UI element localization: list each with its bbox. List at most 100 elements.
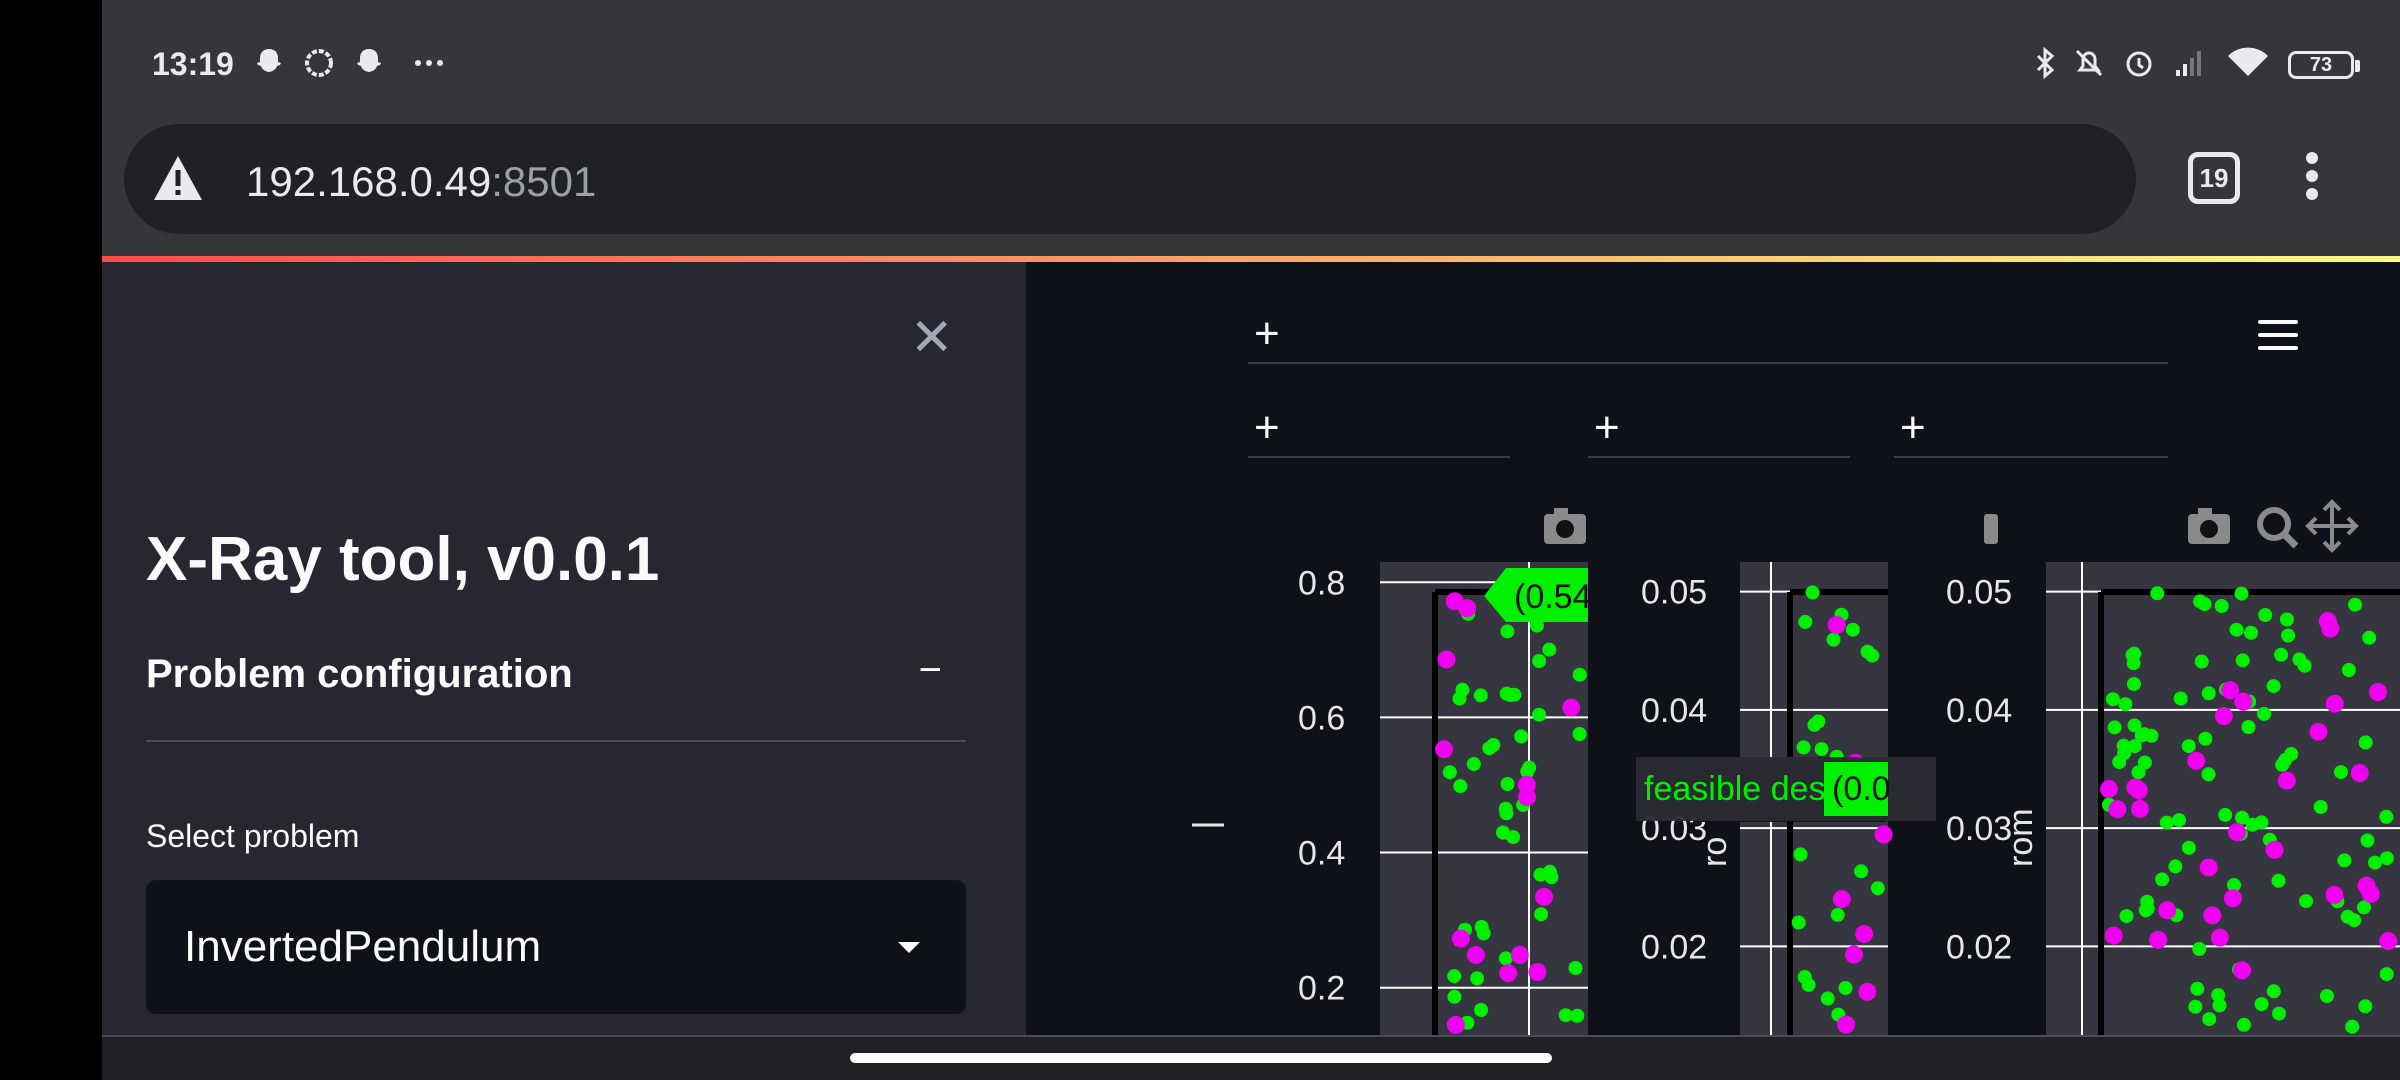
scatter-plot-3[interactable]: 0.050.040.030.02 rom <box>1946 499 2400 1035</box>
zoom-icon[interactable] <box>2257 507 2299 549</box>
home-indicator[interactable] <box>850 1053 1552 1063</box>
feasible-point[interactable] <box>1522 760 1537 775</box>
feasible-point[interactable] <box>1798 614 1813 629</box>
infeasible-point[interactable] <box>2361 884 2380 903</box>
feasible-point[interactable] <box>1442 765 1457 780</box>
feasible-point[interactable] <box>2358 735 2373 750</box>
feasible-point[interactable] <box>2201 686 2216 701</box>
feasible-point[interactable] <box>1532 707 1547 722</box>
infeasible-point[interactable] <box>1874 825 1893 844</box>
feasible-point[interactable] <box>2274 647 2289 662</box>
feasible-point[interactable] <box>2284 747 2299 761</box>
feasible-point[interactable] <box>2125 647 2140 662</box>
feasible-point[interactable] <box>1572 667 1587 682</box>
feasible-point[interactable] <box>1791 915 1806 930</box>
infeasible-point[interactable] <box>2265 840 2284 859</box>
feasible-point[interactable] <box>2134 728 2149 743</box>
address-bar[interactable]: 192.168.0.49:8501 <box>124 124 2136 234</box>
feasible-point[interactable] <box>2173 691 2188 706</box>
feasible-point[interactable] <box>2235 653 2250 668</box>
feasible-point[interactable] <box>1503 688 1518 703</box>
feasible-point[interactable] <box>2211 988 2226 1003</box>
infeasible-point[interactable] <box>2309 722 2328 741</box>
scatter-plot-1[interactable]: 0.8 0.6 0.4 0.2 (0.54 <box>1192 508 1592 1035</box>
feasible-point[interactable] <box>1830 907 1845 922</box>
infeasible-point[interactable] <box>1858 982 1877 1001</box>
infeasible-point[interactable] <box>2321 619 2340 638</box>
feasible-point[interactable] <box>2107 720 2122 735</box>
infeasible-point[interactable] <box>2210 928 2229 947</box>
feasible-point[interactable] <box>2266 679 2281 694</box>
feasible-point[interactable] <box>2368 855 2382 870</box>
infeasible-point[interactable] <box>2228 823 2247 842</box>
feasible-point[interactable] <box>2299 894 2313 909</box>
feasible-point[interactable] <box>1466 757 1481 771</box>
feasible-point[interactable] <box>1455 682 1470 697</box>
feasible-point[interactable] <box>1542 642 1557 657</box>
infeasible-point[interactable] <box>2100 779 2118 798</box>
camera-icon[interactable] <box>2188 508 2230 544</box>
infeasible-point[interactable] <box>2223 889 2242 908</box>
infeasible-point[interactable] <box>1466 946 1485 964</box>
infeasible-point[interactable] <box>2104 926 2123 945</box>
feasible-point[interactable] <box>1447 989 1462 1004</box>
infeasible-point[interactable] <box>2221 681 2240 700</box>
infeasible-point[interactable] <box>1844 945 1863 964</box>
warning-icon[interactable] <box>152 152 204 204</box>
feasible-point[interactable] <box>1514 729 1529 744</box>
feasible-point[interactable] <box>2358 999 2373 1014</box>
feasible-point[interactable] <box>2202 1012 2217 1027</box>
feasible-point[interactable] <box>2192 942 2207 956</box>
feasible-point[interactable] <box>1820 991 1835 1006</box>
infeasible-point[interactable] <box>1446 1015 1465 1034</box>
infeasible-point[interactable] <box>1832 890 1851 909</box>
feasible-point[interactable] <box>1870 881 1885 896</box>
infeasible-point[interactable] <box>2126 778 2145 797</box>
feasible-point[interactable] <box>1534 907 1549 922</box>
feasible-point[interactable] <box>2254 997 2269 1012</box>
feasible-point[interactable] <box>2379 851 2394 866</box>
feasible-point[interactable] <box>2334 765 2348 780</box>
feasible-point[interactable] <box>1860 644 1875 659</box>
feasible-point[interactable] <box>2362 630 2377 645</box>
feasible-point[interactable] <box>2257 706 2272 721</box>
feasible-point[interactable] <box>1474 1003 1489 1017</box>
infeasible-point[interactable] <box>2214 707 2233 725</box>
feasible-point[interactable] <box>2181 840 2196 855</box>
feasible-point[interactable] <box>1542 864 1557 879</box>
feasible-point[interactable] <box>2266 984 2281 999</box>
feasible-point[interactable] <box>1805 585 1820 600</box>
infeasible-point[interactable] <box>2350 764 2369 782</box>
feasible-point[interactable] <box>2150 586 2165 601</box>
feasible-point[interactable] <box>2168 859 2183 874</box>
feasible-point[interactable] <box>2313 800 2328 814</box>
feasible-point[interactable] <box>2172 813 2187 828</box>
infeasible-point[interactable] <box>1445 592 1464 611</box>
infeasible-point[interactable] <box>2233 961 2252 980</box>
feasible-point[interactable] <box>2341 663 2356 677</box>
feasible-point[interactable] <box>1500 777 1515 791</box>
infeasible-point[interactable] <box>1535 887 1554 906</box>
feasible-point[interactable] <box>2131 765 2146 780</box>
feasible-point[interactable] <box>2297 658 2312 673</box>
feasible-point[interactable] <box>1814 742 1829 757</box>
feasible-point[interactable] <box>2360 833 2375 848</box>
infeasible-point[interactable] <box>1855 924 1874 943</box>
feasible-point[interactable] <box>2319 989 2334 1003</box>
feasible-point[interactable] <box>2244 625 2258 640</box>
infeasible-point[interactable] <box>1562 698 1581 717</box>
feasible-point[interactable] <box>2140 894 2155 909</box>
url-text[interactable]: 192.168.0.49:8501 <box>246 158 596 206</box>
feasible-point[interactable] <box>2379 809 2394 824</box>
infeasible-point[interactable] <box>2199 858 2218 877</box>
infeasible-point[interactable] <box>2277 771 2296 790</box>
infeasible-point[interactable] <box>1827 616 1846 634</box>
feasible-point[interactable] <box>1447 969 1462 984</box>
feasible-point[interactable] <box>1470 971 1485 986</box>
collapse-icon[interactable]: − <box>919 648 942 693</box>
feasible-point[interactable] <box>1854 864 1869 879</box>
feasible-point[interactable] <box>1473 688 1488 703</box>
infeasible-point[interactable] <box>2131 799 2149 818</box>
feasible-point[interactable] <box>1474 920 1489 934</box>
infeasible-point[interactable] <box>2325 694 2344 713</box>
